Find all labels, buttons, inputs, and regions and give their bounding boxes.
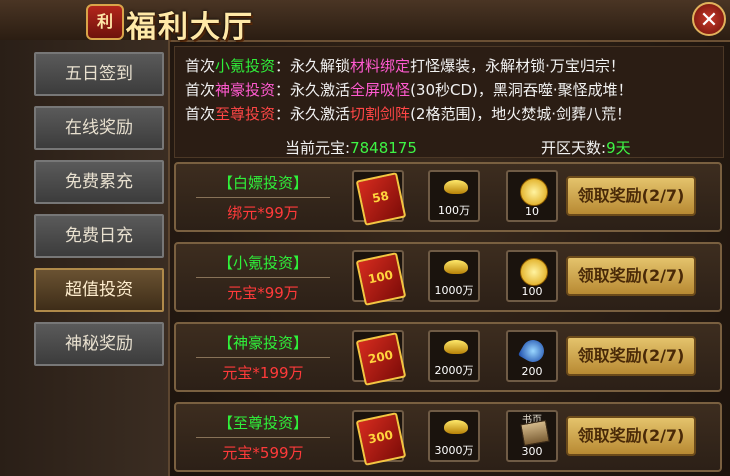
gold-ingot-slot[interactable]: 3000万 bbox=[428, 410, 480, 462]
gold-coin-icon bbox=[520, 258, 548, 286]
gold-ingot-slot[interactable]: 1000万 bbox=[428, 250, 480, 302]
row-title: 【至尊投资】 bbox=[196, 412, 330, 438]
gold-ingot-icon bbox=[444, 260, 468, 274]
investment-row-shenhao: 【神豪投资】 元宝*199万 200 2000万 200 领取奖励(2/7) bbox=[174, 322, 722, 392]
info-line: 首次小氪投资：永久解锁材料绑定打怪爆装，永解材锁·万宝归宗！ bbox=[185, 57, 625, 75]
row-title: 【白嫖投资】 bbox=[196, 172, 330, 198]
sidebar-item-free-daily[interactable]: 免费日充 bbox=[34, 214, 164, 258]
welfare-hall-window: 利 福利大厅 ✕ 五日签到 在线奖励 免费累充 免费日充 超值投资 神秘奖励 首… bbox=[0, 0, 730, 476]
red-envelope-slot[interactable]: 100 bbox=[352, 250, 407, 306]
server-days: 开区天数:9天 bbox=[541, 139, 631, 157]
investment-row-baipiao: 【白嫖投资】 绑元*99万 58 100万 10 领取奖励(2/7) bbox=[174, 162, 722, 232]
sidebar-item-online-reward[interactable]: 在线奖励 bbox=[34, 106, 164, 150]
sidebar-item-five-day-signin[interactable]: 五日签到 bbox=[34, 52, 164, 96]
info-line: 首次至尊投资：永久激活切割剑阵(2格范围)，地火焚城·剑葬八荒！ bbox=[185, 105, 632, 123]
gold-coin-slot[interactable]: 100 bbox=[506, 250, 558, 302]
red-envelope-slot[interactable]: 300 bbox=[352, 410, 407, 466]
gem-slot[interactable]: 200 bbox=[506, 330, 558, 382]
red-envelope-slot[interactable]: 200 bbox=[352, 330, 407, 386]
info-line: 首次神豪投资：永久激活全屏吸怪(30秒CD)，黑洞吞噬·聚怪成堆！ bbox=[185, 81, 633, 99]
sidebar-item-free-cumulative[interactable]: 免费累充 bbox=[34, 160, 164, 204]
gold-ingot-icon bbox=[444, 340, 468, 354]
gold-coin-slot[interactable]: 10 bbox=[506, 170, 558, 222]
row-price: 元宝*99万 bbox=[227, 284, 299, 302]
book-page-icon bbox=[520, 419, 550, 447]
book-slot[interactable]: 书页 300 bbox=[506, 410, 558, 462]
gold-coin-icon bbox=[520, 178, 548, 206]
investment-row-zhizun: 【至尊投资】 元宝*599万 300 3000万 书页 300 领取奖励(2/7) bbox=[174, 402, 722, 472]
row-price: 绑元*99万 bbox=[227, 204, 299, 222]
row-title: 【小氪投资】 bbox=[196, 252, 330, 278]
blue-gem-icon bbox=[517, 335, 549, 367]
investment-row-xiaoke: 【小氪投资】 元宝*99万 100 1000万 100 领取奖励(2/7) bbox=[174, 242, 722, 312]
info-panel: 首次小氪投资：永久解锁材料绑定打怪爆装，永解材锁·万宝归宗！ 首次神豪投资：永久… bbox=[174, 46, 724, 158]
row-price: 元宝*599万 bbox=[222, 444, 304, 462]
gold-ingot-slot[interactable]: 100万 bbox=[428, 170, 480, 222]
gold-ingot-slot[interactable]: 2000万 bbox=[428, 330, 480, 382]
sidebar-item-mystery-reward[interactable]: 神秘奖励 bbox=[34, 322, 164, 366]
gold-ingot-icon bbox=[444, 420, 468, 434]
title-badge: 利 bbox=[86, 4, 124, 40]
red-envelope-slot[interactable]: 58 bbox=[352, 170, 407, 226]
red-envelope-icon: 200 bbox=[355, 332, 407, 386]
red-envelope-icon: 100 bbox=[355, 252, 407, 306]
yuanbao-balance: 当前元宝:7848175 bbox=[285, 139, 417, 157]
close-button[interactable]: ✕ bbox=[692, 2, 726, 36]
red-envelope-icon: 58 bbox=[355, 172, 407, 226]
claim-reward-button[interactable]: 领取奖励(2/7) bbox=[566, 176, 696, 216]
gold-ingot-icon bbox=[444, 180, 468, 194]
title-bar: 利 福利大厅 ✕ bbox=[0, 0, 730, 45]
sidebar: 五日签到 在线奖励 免费累充 免费日充 超值投资 神秘奖励 bbox=[0, 40, 170, 476]
claim-reward-button[interactable]: 领取奖励(2/7) bbox=[566, 336, 696, 376]
row-price: 元宝*199万 bbox=[222, 364, 304, 382]
sidebar-item-value-investment[interactable]: 超值投资 bbox=[34, 268, 164, 312]
claim-reward-button[interactable]: 领取奖励(2/7) bbox=[566, 256, 696, 296]
row-title: 【神豪投资】 bbox=[196, 332, 330, 358]
red-envelope-icon: 300 bbox=[355, 412, 407, 466]
claim-reward-button[interactable]: 领取奖励(2/7) bbox=[566, 416, 696, 456]
